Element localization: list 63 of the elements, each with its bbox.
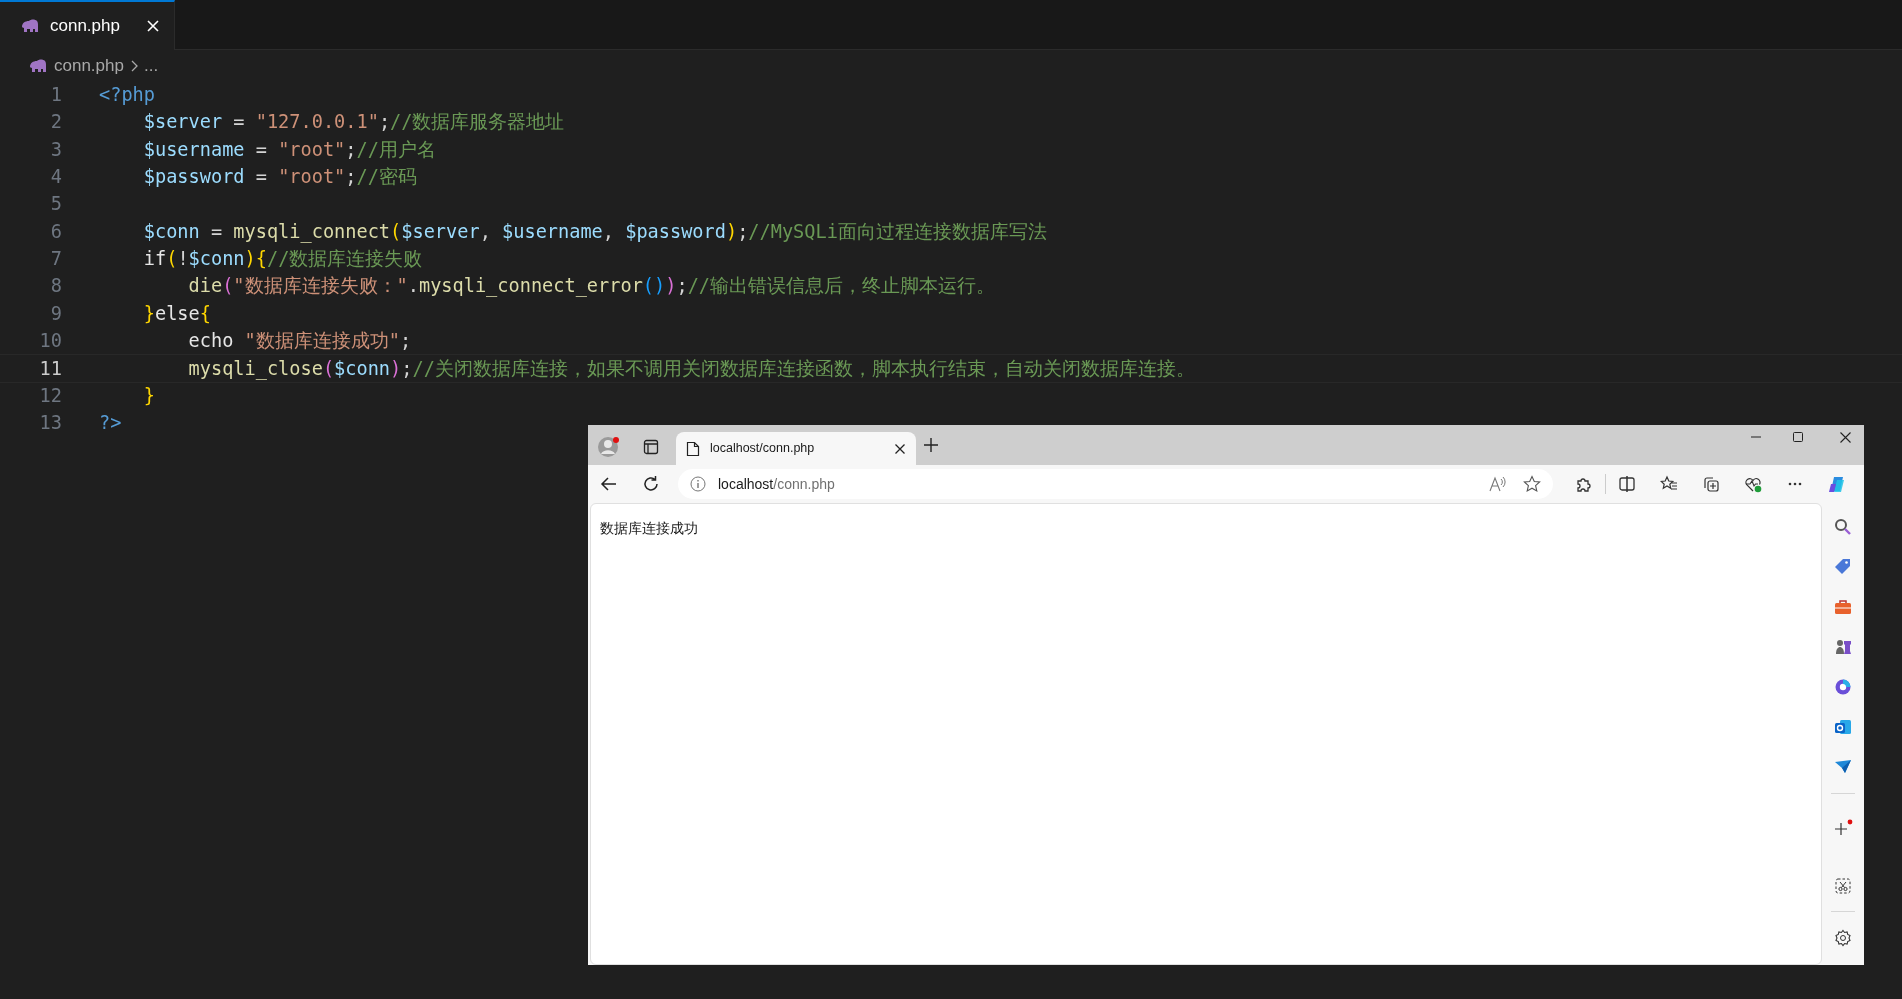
tab-actions-icon[interactable]: [643, 439, 659, 455]
code-line: ?>: [99, 411, 122, 436]
code-line: }: [142, 384, 155, 409]
chevron-right-icon: [129, 59, 138, 72]
editor-tab[interactable]: conn.php: [0, 0, 175, 50]
search-icon[interactable]: [1834, 517, 1852, 536]
code-line: $conn = mysqli_connect($server, $username, $password);//MySQLi面向过程连接数据库写法: [142, 219, 1047, 245]
page-text: 数据库连接成功: [600, 520, 698, 536]
address-path: /conn.php: [773, 474, 835, 494]
address-host: localhost: [718, 474, 774, 494]
collections-icon[interactable]: [1702, 475, 1720, 493]
info-icon[interactable]: [690, 476, 706, 492]
heart-pulse-icon[interactable]: [1744, 475, 1762, 493]
browser-tab[interactable]: localhost/conn.php: [676, 432, 916, 465]
line-number: 12: [38, 384, 62, 409]
code-line: die("数据库连接失败：".mysqli_connect_error());//输出错误信息后，终止脚本运行。: [187, 274, 995, 299]
plus-icon[interactable]: [1833, 818, 1853, 837]
copilot-icon[interactable]: [1828, 475, 1846, 493]
elephant-icon: [20, 18, 40, 34]
mail-icon[interactable]: [1834, 717, 1852, 736]
page-icon: [686, 440, 700, 457]
toolbox-icon[interactable]: [1834, 597, 1852, 616]
line-number: 3: [49, 137, 62, 162]
code-line: <?php: [99, 82, 155, 107]
line-number: 11: [38, 356, 62, 381]
settings-icon[interactable]: [1834, 928, 1852, 947]
line-number: 2: [49, 110, 62, 135]
tag-icon[interactable]: [1834, 557, 1852, 576]
refresh-icon[interactable]: [642, 475, 660, 493]
code-line: if(!$conn){//数据库连接失败: [142, 247, 423, 272]
ring-logo-icon[interactable]: [1834, 677, 1852, 696]
split-screen-icon[interactable]: [1618, 475, 1636, 493]
maximize-icon[interactable]: [1793, 432, 1803, 442]
line-number: 8: [49, 274, 62, 299]
code-line: }else{: [142, 301, 211, 326]
line-number: 5: [49, 192, 62, 217]
screenshot-icon[interactable]: [1834, 876, 1852, 895]
code-line: $username = "root";//用户名: [142, 137, 436, 162]
breadcrumb-item[interactable]: ...: [143, 52, 159, 79]
close-icon[interactable]: [894, 442, 906, 455]
code-line: mysqli_close($conn);//关闭数据库连接，如果不调用关闭数据库连接函数，脚本执行结束，自动关闭数据库连接。: [187, 356, 1195, 382]
read-aloud-icon[interactable]: [1489, 476, 1507, 492]
elephant-icon: [28, 57, 48, 74]
address-bar[interactable]: localhost/conn.php: [678, 469, 1553, 499]
code-line: $password = "root";//密码: [142, 164, 417, 189]
favorites-icon[interactable]: [1660, 475, 1678, 493]
star-icon[interactable]: [1523, 475, 1541, 493]
back-arrow-icon[interactable]: [600, 475, 618, 493]
close-icon[interactable]: [1840, 431, 1851, 443]
line-number: 9: [49, 301, 62, 326]
code-line: echo "数据库连接成功";: [187, 329, 412, 354]
chess-pieces-icon[interactable]: [1834, 637, 1852, 656]
avatar-icon: [598, 436, 620, 458]
breadcrumb-item[interactable]: conn.php: [54, 52, 124, 79]
code-line: $server = "127.0.0.1";//数据库服务器地址: [142, 110, 565, 135]
line-number: 6: [49, 219, 62, 244]
line-number: 7: [49, 247, 62, 272]
line-number: 10: [38, 329, 62, 354]
line-number: 1: [49, 82, 62, 107]
line-number: 13: [38, 411, 62, 436]
puzzle-icon[interactable]: [1575, 475, 1593, 493]
line-number: 4: [49, 164, 62, 189]
plus-icon[interactable]: [924, 438, 938, 452]
